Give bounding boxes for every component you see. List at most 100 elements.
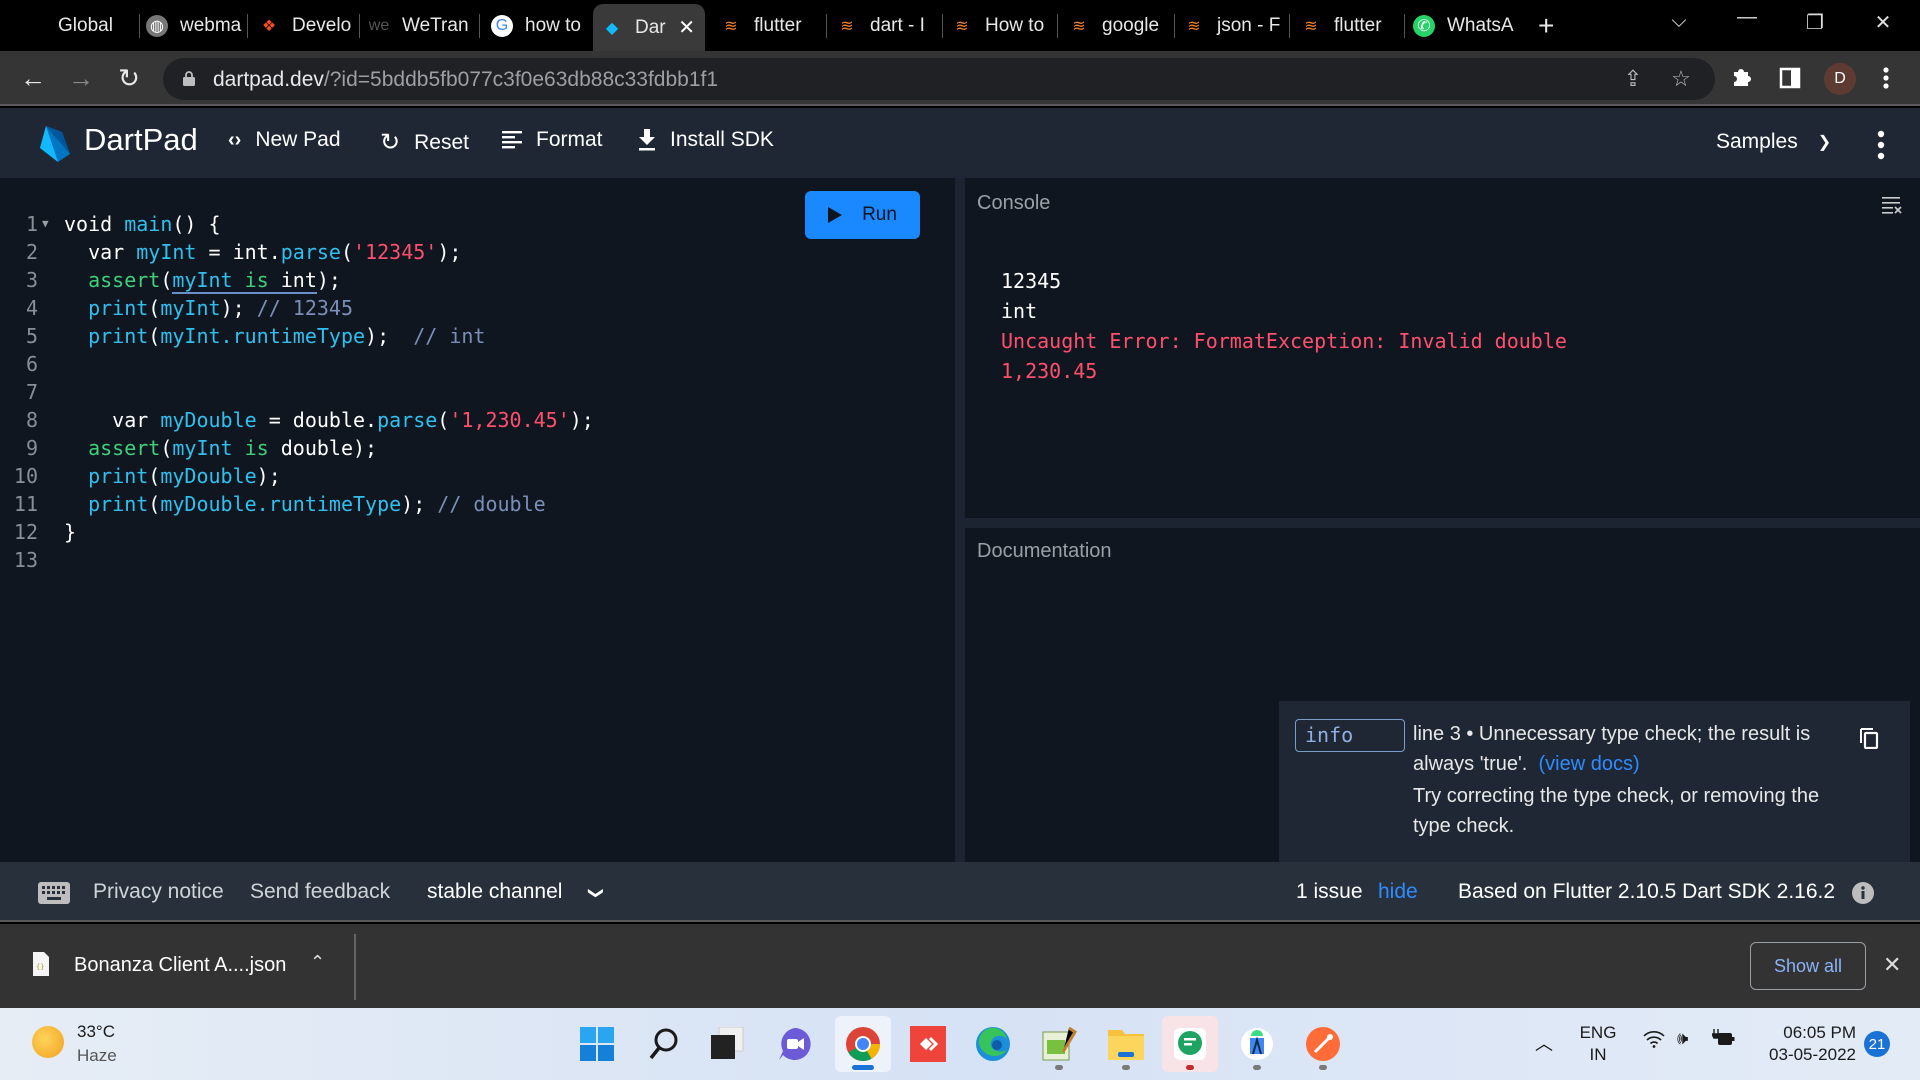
dart-logo-icon (40, 126, 70, 162)
code-text: var myInt = int.parse('12345'); (64, 238, 461, 266)
code-editor[interactable]: 1 ▼ void main() {2 var myInt = int.parse('… (0, 178, 955, 862)
minimize-icon[interactable]: — (1732, 6, 1762, 29)
browser-tab[interactable]: Global (50, 8, 135, 44)
taskbar-app-edge[interactable] (965, 1016, 1021, 1072)
code-token: print (64, 296, 149, 320)
tab-title: webma (180, 15, 242, 36)
taskbar-app-file-explorer[interactable] (1098, 1016, 1154, 1072)
code-token: myInt (160, 296, 221, 320)
code-token: ( (148, 492, 161, 516)
taskbar-app-teams[interactable] (767, 1016, 823, 1072)
issue-count: 1 issue (1296, 880, 1363, 903)
copy-icon[interactable] (1859, 727, 1879, 749)
browser-tab[interactable]: ≋ How to (943, 8, 1053, 44)
task-view-button[interactable] (700, 1016, 756, 1072)
start-button[interactable] (569, 1016, 625, 1072)
battery-charging-icon[interactable] (1710, 1028, 1736, 1053)
browser-tab[interactable]: ≋ json - F (1175, 8, 1285, 44)
taskbar-app-notepadpp[interactable] (1031, 1016, 1087, 1072)
tab-search-icon[interactable]: ⌵ (1664, 10, 1694, 33)
extensions-icon[interactable] (1726, 62, 1758, 94)
browser-tab[interactable]: ❖ Develo (250, 8, 355, 44)
view-docs-link[interactable]: (view docs) (1538, 753, 1639, 775)
code-token: ); (365, 324, 414, 348)
taskbar-app-anydesk[interactable] (900, 1016, 956, 1072)
browser-tab[interactable]: we WeTran (360, 8, 475, 44)
code-token: double); (280, 436, 378, 460)
line-number: 8 (25, 408, 38, 432)
info-icon[interactable] (1852, 882, 1874, 904)
browser-tab[interactable]: ◆ Dar ✕ (593, 4, 705, 51)
code-token: print (64, 324, 149, 348)
wifi-icon[interactable] (1643, 1030, 1665, 1053)
taskbar-app-chrome[interactable] (835, 1016, 891, 1072)
close-download-bar-icon[interactable]: ✕ (1883, 952, 1901, 978)
language-indicator[interactable]: ENG IN (1576, 1022, 1620, 1066)
close-tab-icon[interactable]: ✕ (678, 15, 695, 40)
notification-badge[interactable]: 21 (1864, 1031, 1890, 1057)
restore-icon[interactable]: ❐ (1800, 10, 1830, 35)
code-token: myDouble (160, 408, 257, 432)
send-feedback-link[interactable]: Send feedback (250, 880, 390, 904)
url-text[interactable]: dartpad.dev/?id=5bddb5fb077c3f0e63db88c3… (213, 68, 718, 92)
figma-icon: ❖ (261, 18, 277, 35)
taskbar-app-android-studio[interactable] (1229, 1016, 1285, 1072)
share-icon[interactable]: ⇪ (1617, 63, 1649, 95)
new-pad-button[interactable]: ‹› New Pad (228, 128, 341, 152)
reset-button[interactable]: ↻ Reset (380, 128, 469, 157)
browser-menu-icon[interactable] (1870, 62, 1902, 94)
taskbar-app-postman[interactable] (1295, 1016, 1351, 1072)
bookmark-star-icon[interactable]: ☆ (1665, 63, 1697, 95)
clear-console-icon[interactable] (1882, 196, 1902, 214)
browser-tab[interactable]: ≋ google (1060, 8, 1170, 44)
address-bar[interactable]: dartpad.dev/?id=5bddb5fb077c3f0e63db88c3… (163, 58, 1715, 100)
code-token: ( (148, 324, 161, 348)
line-number: 11 (13, 492, 38, 516)
split-divider[interactable] (955, 178, 965, 862)
code-token: ( (160, 268, 173, 292)
download-file-name[interactable]: Bonanza Client A....json (74, 954, 286, 977)
stackoverflow-icon: ≋ (840, 18, 854, 35)
weather-icon[interactable] (32, 1026, 64, 1058)
privacy-notice-link[interactable]: Privacy notice (93, 880, 224, 904)
line-number: 2 (25, 240, 38, 264)
search-button[interactable] (636, 1016, 692, 1072)
code-token: // double (437, 492, 546, 516)
channel-dropdown[interactable]: stable channel ❯ (427, 880, 605, 904)
show-all-button[interactable]: Show all (1750, 942, 1866, 990)
back-icon[interactable]: ← (18, 63, 48, 93)
side-panel-icon[interactable] (1774, 62, 1806, 94)
tab-separator (479, 14, 480, 38)
pane-divider[interactable] (965, 518, 1920, 528)
run-button[interactable]: Run (805, 191, 920, 239)
taskbar-app-chat[interactable] (1162, 1016, 1218, 1072)
browser-tab[interactable]: Ghow to (483, 8, 588, 44)
profile-avatar[interactable]: D (1824, 63, 1856, 95)
refresh-icon: ↻ (380, 129, 401, 156)
more-menu-icon[interactable] (1876, 130, 1886, 160)
new-tab-button[interactable]: + (1530, 8, 1554, 44)
download-icon (639, 129, 655, 151)
download-bar: {} Bonanza Client A....json ⌃ Show all ✕ (0, 924, 1920, 1008)
google-chat-icon (1174, 1028, 1206, 1060)
browser-tab[interactable]: ✆ WhatsA (1405, 8, 1515, 44)
browser-tab[interactable]: ≋ dart - I (828, 8, 938, 44)
clock[interactable]: 06:05 PM 03-05-2022 (1756, 1022, 1856, 1066)
close-window-icon[interactable]: ✕ (1868, 10, 1898, 35)
show-hidden-icons-chevron[interactable]: ︿ (1535, 1030, 1553, 1056)
fold-arrow-icon[interactable]: ▼ (42, 210, 49, 238)
hide-issues-link[interactable]: hide (1378, 880, 1418, 904)
format-button[interactable]: Format (502, 128, 603, 152)
browser-tab[interactable]: ≋ flutter (712, 8, 822, 44)
volume-icon[interactable]: 🕪 (1677, 1028, 1688, 1049)
install-sdk-button[interactable]: Install SDK (638, 128, 774, 152)
keyboard-icon[interactable] (38, 882, 70, 904)
browser-tab[interactable]: ◍ webma (138, 8, 243, 44)
chevron-up-icon[interactable]: ⌃ (310, 952, 325, 973)
forward-icon[interactable]: → (66, 63, 96, 93)
samples-dropdown[interactable]: Samples ❯ (1716, 130, 1831, 154)
stackoverflow-icon: ≋ (1304, 18, 1318, 35)
browser-tab[interactable]: ≋ flutter (1292, 8, 1400, 44)
reload-icon[interactable]: ↻ (114, 63, 144, 93)
tab-title: flutter (1334, 15, 1382, 36)
